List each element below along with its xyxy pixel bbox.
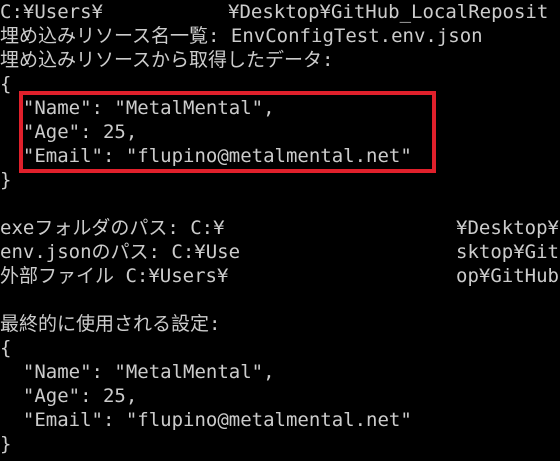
path-right-text: ¥Desktop¥GitHub_LocalReposit — [228, 1, 549, 23]
final-settings-label: 最終的に使用される設定: — [0, 313, 221, 335]
embedded-json-email-line: "Email": "flupino@metalmental.net" — [0, 145, 412, 167]
path-line: C:¥Users¥ ¥Desktop¥GitHub_LocalReposit — [0, 0, 548, 24]
embedded-resource-list-line: 埋め込みリソース名一覧: EnvConfigTest.env.json — [0, 25, 483, 47]
embedded-data-label: 埋め込みリソースから取得したデータ: — [0, 49, 334, 71]
final-json-age-line: "Age": 25, — [0, 385, 138, 407]
embedded-json-name-line: "Name": "MetalMental", — [0, 97, 275, 119]
path-left-text: C:¥Users¥ — [0, 1, 103, 23]
external-file-path-line: 外部ファイル C:¥Users¥ op¥GitHub — [0, 264, 559, 288]
final-json-close-brace: } — [0, 433, 12, 455]
env-json-right-text: sktop¥Git — [456, 241, 559, 263]
embedded-json-open-brace: { — [0, 73, 12, 95]
final-json-email-line: "Email": "flupino@metalmental.net" — [0, 409, 412, 431]
final-json-open-brace: { — [0, 337, 12, 359]
external-file-left-text: 外部ファイル C:¥Users¥ — [0, 265, 229, 287]
embedded-json-age-line: "Age": 25, — [0, 121, 138, 143]
env-json-left-text: env.jsonのパス: C:¥Use — [0, 241, 241, 263]
external-file-right-text: op¥GitHub — [456, 265, 559, 287]
env-json-path-line: env.jsonのパス: C:¥Use sktop¥Git — [0, 240, 559, 264]
exe-folder-path-line: exeフォルダのパス: C:¥ ¥Desktop¥ — [0, 216, 559, 240]
console-window[interactable]: C:¥Users¥ ¥Desktop¥GitHub_LocalReposit 埋… — [0, 0, 560, 461]
exe-folder-left-text: exeフォルダのパス: C:¥ — [0, 217, 225, 239]
embedded-json-close-brace: } — [0, 169, 12, 191]
exe-folder-right-text: ¥Desktop¥ — [456, 217, 559, 239]
final-json-name-line: "Name": "MetalMental", — [0, 361, 275, 383]
